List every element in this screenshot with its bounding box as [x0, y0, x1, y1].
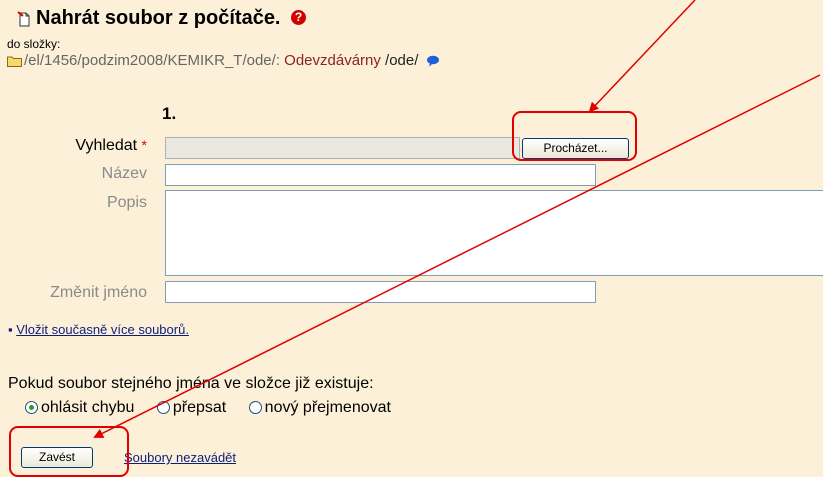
option-rename[interactable]: nový přejmenovat: [248, 399, 391, 416]
rename-label: Změnit jméno: [50, 284, 147, 301]
description-label: Popis: [106, 194, 147, 211]
option-overwrite[interactable]: přepsat: [156, 399, 227, 416]
folder-path: /el/1456/podzim2008/KEMIKR_T/ode/: Odevz…: [24, 52, 440, 69]
radio-overwrite[interactable]: [156, 401, 170, 415]
radio-rename[interactable]: [248, 401, 262, 415]
conflict-question: Pokud soubor stejného jména ve složce ji…: [8, 375, 374, 392]
conflict-options: ohlásit chybu přepsat nový přejmenovat: [25, 399, 409, 417]
option-error[interactable]: ohlásit chybu: [25, 399, 134, 416]
multi-upload-link[interactable]: Vložit současně více souborů.: [16, 322, 189, 337]
path-suffix: /ode/: [385, 52, 419, 69]
path-folder-link[interactable]: Odevzdávárny: [284, 52, 381, 69]
name-label: Název: [101, 165, 147, 182]
path-prefix: /el/1456/podzim2008/KEMIKR_T/ode/:: [24, 52, 280, 69]
radio-error[interactable]: [25, 401, 38, 415]
browse-label: Vyhledat *: [7, 137, 147, 155]
arrow-to-browse: [588, 0, 696, 113]
annotation-box-browse: [512, 111, 637, 161]
option-error-label: ohlásit chybu: [41, 399, 135, 416]
option-overwrite-label: přepsat: [172, 399, 227, 416]
file-icon: [17, 11, 30, 27]
file-path-input[interactable]: [165, 137, 520, 159]
cancel-link[interactable]: Soubory nezavádět: [124, 450, 236, 465]
help-icon[interactable]: ?: [291, 10, 306, 25]
description-textarea[interactable]: [165, 190, 823, 276]
folder-icon: [7, 56, 22, 67]
page-title: Nahrát soubor z počítače.: [36, 7, 281, 29]
browse-label-text: Vyhledat: [75, 137, 138, 154]
annotation-box-submit: [9, 426, 129, 477]
required-mark: *: [141, 137, 147, 153]
bullet-icon: ▪: [8, 322, 13, 337]
multi-upload-row: ▪ Vložit současně více souborů.: [8, 322, 189, 337]
rename-input[interactable]: [165, 281, 596, 303]
option-rename-label: nový přejmenovat: [264, 399, 391, 416]
file-index: 1.: [162, 104, 177, 123]
speech-bubble-icon[interactable]: [426, 55, 440, 67]
name-input[interactable]: [165, 164, 596, 186]
folder-label: do složky:: [7, 37, 61, 51]
